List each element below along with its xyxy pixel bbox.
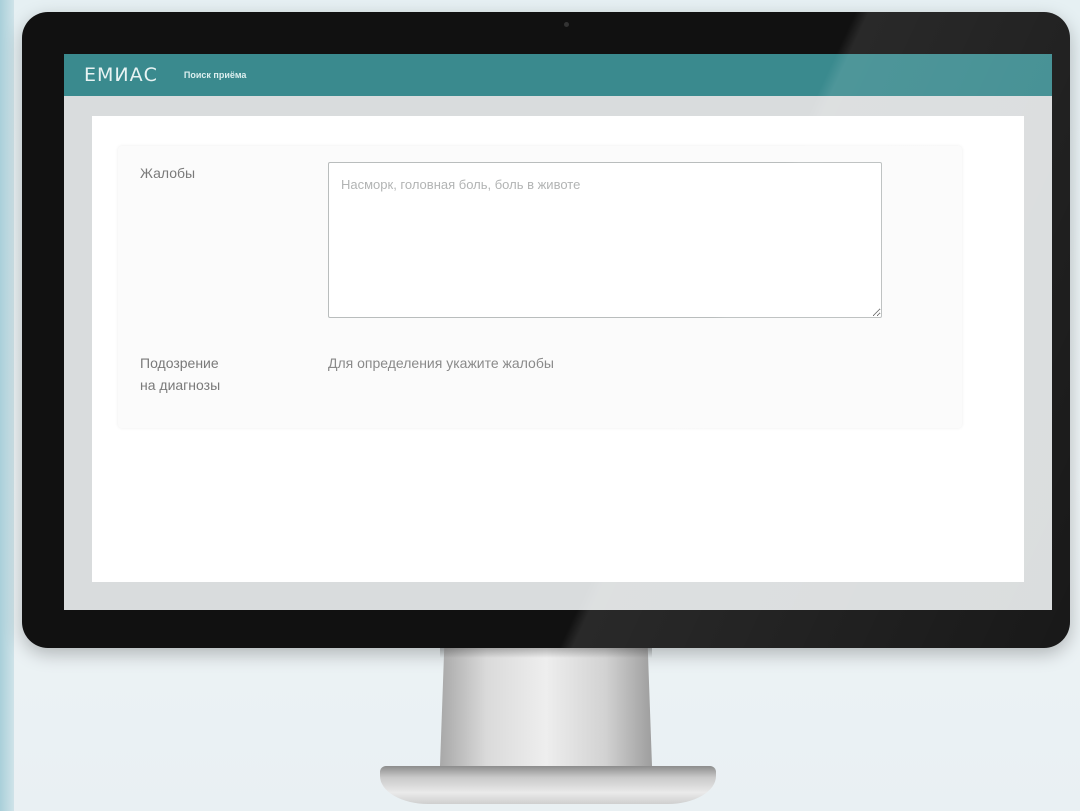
suspected-diagnoses-label-line2: на диагнозы	[140, 377, 221, 393]
app-logo: ЕМИАС	[84, 64, 158, 86]
background-accent-strip	[0, 0, 14, 811]
monitor-stand-base	[380, 766, 716, 804]
complaints-label: Жалобы	[140, 165, 196, 181]
content-frame: Жалобы Подозрение на диагнозы Для опреде…	[92, 116, 1024, 582]
suspected-diagnoses-hint: Для определения укажите жалобы	[328, 355, 554, 371]
suspected-diagnoses-label-line1: Подозрение	[140, 355, 219, 371]
complaints-field[interactable]	[328, 162, 882, 318]
complaints-card: Жалобы Подозрение на диагнозы Для опреде…	[118, 146, 962, 428]
monitor-stand-neck	[440, 648, 652, 766]
nav-link-appointment-search[interactable]: Поиск приёма	[184, 70, 247, 80]
suspected-diagnoses-label: Подозрение на диагнозы	[140, 352, 280, 396]
app-header: ЕМИАС Поиск приёма	[64, 54, 1052, 96]
app-screen: ЕМИАС Поиск приёма Жалобы Подозрение на …	[64, 54, 1052, 610]
monitor-stand-shadow	[440, 648, 652, 658]
webcam-icon	[564, 22, 569, 27]
monitor-bezel: ЕМИАС Поиск приёма Жалобы Подозрение на …	[22, 12, 1070, 648]
